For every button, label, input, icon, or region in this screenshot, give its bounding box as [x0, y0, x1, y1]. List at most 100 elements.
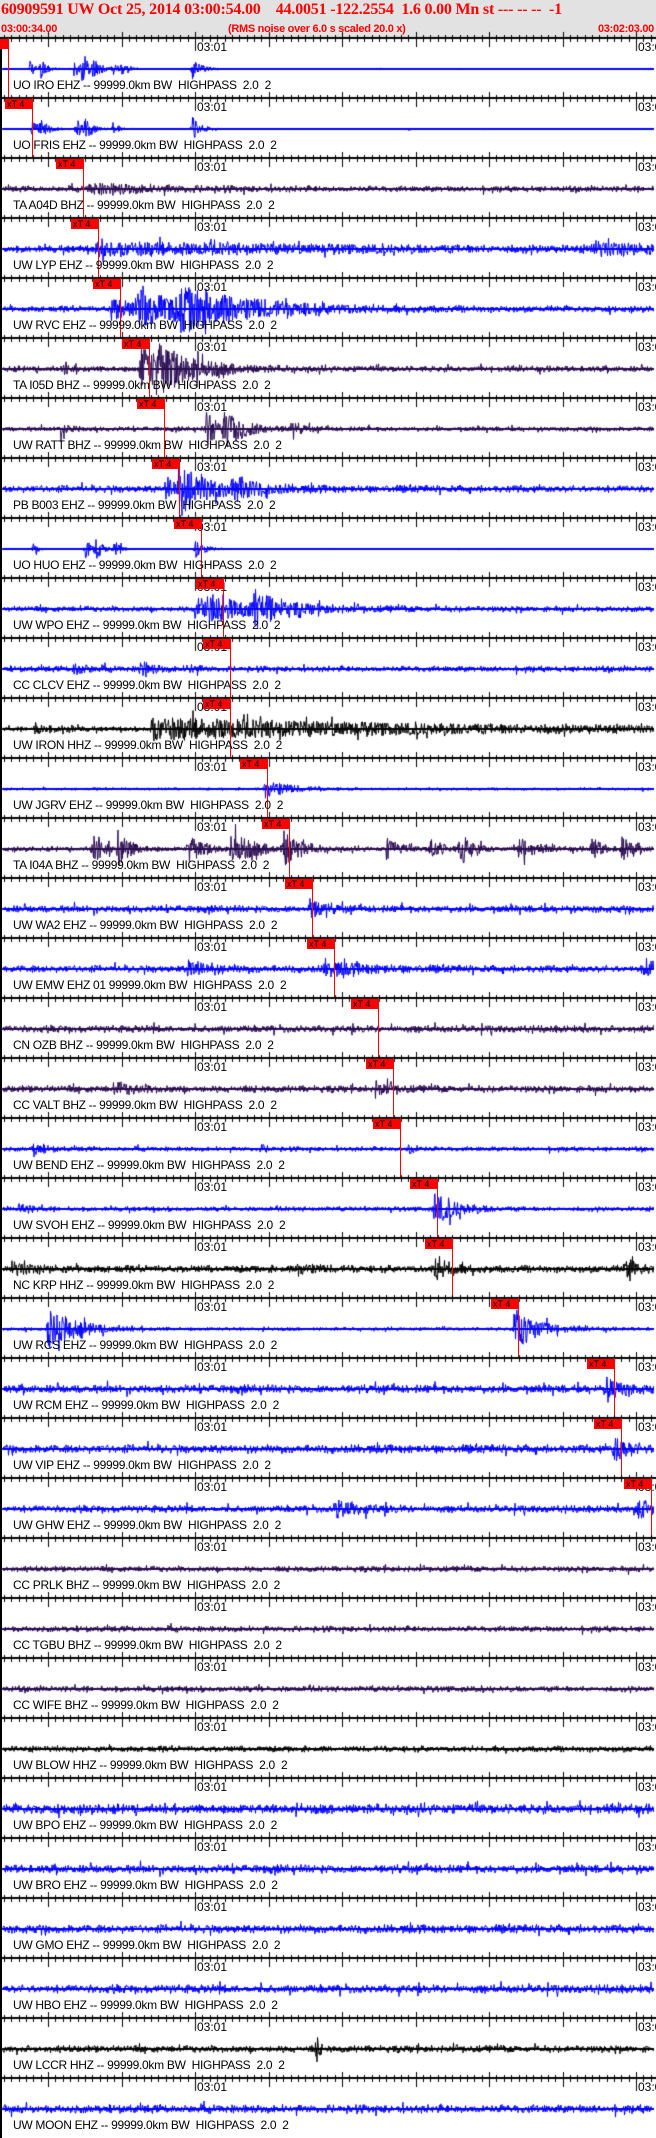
next-minute-tick-label: 03:02: [638, 640, 656, 654]
pick-flag[interactable]: xT 4: [93, 279, 120, 289]
trace-panel[interactable]: 03:01 03:02 UW BLOW HHZ -- 99999.0km BW HI…: [0, 1711, 656, 1778]
trace-panel[interactable]: 03:01 03:02 xT 4 UW LYP EHZ -- 99999.0km BW…: [0, 211, 656, 278]
pick-flag[interactable]: xT 4: [587, 1359, 614, 1369]
trace-panel[interactable]: 03:0103:02xT 4UW WPO EHZ -- 99999.0km BW…: [0, 571, 656, 638]
trace-panel[interactable]: 03:01 03:02 UW GMO EHZ -- 99999.0km BW HIG…: [0, 1891, 656, 1958]
next-minute-tick-label: 03:02: [638, 160, 656, 174]
minute-tick-label: 03:01: [197, 100, 228, 114]
pick-marker-line[interactable]: [334, 938, 335, 998]
trace-panel[interactable]: 03:01 03:02 xT 4 UO IRO EHZ -- 99999.0km BW…: [0, 31, 656, 98]
trace-panel[interactable]: 03:01 03:02 CC PRLK BHZ -- 99999.0km BW HI…: [0, 1531, 656, 1598]
pick-flag[interactable]: xT 4: [307, 939, 334, 949]
channel-label: UW JGRV EHZ -- 99999.0km BW HIGHPASS 2.0…: [13, 798, 284, 812]
pick-marker-line[interactable]: [518, 1298, 519, 1358]
trace-panel[interactable]: 03:01 03:02 CC WIFE BHZ -- 99999.0km BW HI…: [0, 1651, 656, 1718]
trace-panel[interactable]: 03:0103:02xT 4UO HUO EHZ -- 99999.0km BW…: [0, 511, 656, 578]
pick-marker-line[interactable]: [437, 1178, 438, 1238]
trace-panel[interactable]: 03:01 03:02 CC TGBU BHZ -- 99999.0km BW HI…: [0, 1591, 656, 1658]
channel-label: CC CLCV EHZ -- 99999.0km BW HIGHPASS 2.0…: [13, 678, 281, 692]
pick-flag[interactable]: xT 4: [373, 1119, 400, 1129]
trace-panel[interactable]: 03:01 03:02 UW BRO EHZ -- 99999.0km BW HIG…: [0, 1831, 656, 1898]
minute-tick-label: 03:01: [197, 820, 228, 834]
trace-panel[interactable]: 03:01 03:02 xT 4 UW VIP EHZ -- 99999.0km BW…: [0, 1411, 656, 1478]
pick-flag[interactable]: xT 4: [410, 1179, 437, 1189]
pick-flag[interactable]: xT 4: [5, 99, 32, 109]
pick-flag[interactable]: xT 4: [203, 699, 230, 709]
trace-panel[interactable]: 03:01 03:02 xT 4 TA I04A BHZ -- 99999.0km B…: [0, 811, 656, 878]
trace-panel[interactable]: 03:01 03:02 xT 4 CN OZB BHZ -- 99999.0km BW…: [0, 991, 656, 1058]
channel-label: UW EMW EHZ 01 99999.0km BW HIGHPASS 2.0 …: [13, 978, 287, 992]
minute-tick-label: 03:01: [197, 2080, 228, 2094]
trace-panel[interactable]: 03:01 03:02 xT 4 UW SVOH EHZ -- 99999.0km B…: [0, 1171, 656, 1238]
pick-marker-line[interactable]: [651, 1478, 652, 1538]
next-minute-tick-label: 03:02: [638, 460, 656, 474]
trace-panel[interactable]: 03:01 03:02 xT 4 PB B003 EHZ -- 99999.0km B…: [0, 451, 656, 518]
trace-panel[interactable]: 03:0103:02xT 4CC CLCV EHZ -- 99999.0km B…: [0, 631, 656, 698]
pick-flag[interactable]: xT 4: [122, 339, 149, 349]
trace-panel[interactable]: 03:01 03:02 UW LCCR HHZ -- 99999.0km BW HI…: [0, 2011, 656, 2078]
trace-panel[interactable]: 03:01 03:02 xT 4 UW EMW EHZ 01 99999.0km BW…: [0, 931, 656, 998]
pick-flag[interactable]: xT 4: [152, 459, 179, 469]
pick-flag[interactable]: xT 4: [425, 1239, 452, 1249]
next-minute-tick-label: 03:02: [638, 1180, 656, 1194]
next-minute-tick-label: 03:02: [638, 580, 656, 594]
pick-flag[interactable]: xT 4: [196, 579, 223, 589]
pick-marker-line[interactable]: [400, 1118, 401, 1178]
channel-label: UW SVOH EHZ -- 99999.0km BW HIGHPASS 2.0…: [13, 1218, 286, 1232]
minute-tick-label: 03:01: [197, 1060, 228, 1074]
trace-panel[interactable]: 03:01 03:02 xT 4 UO FRIS EHZ -- 99999.0km B…: [0, 91, 656, 158]
pick-flag[interactable]: xT 4: [594, 1419, 621, 1429]
pick-flag[interactable]: xT 4: [491, 1299, 518, 1309]
pick-marker-line[interactable]: [452, 1238, 453, 1298]
pick-marker-line[interactable]: [378, 998, 379, 1058]
pick-flag[interactable]: xT 4: [56, 159, 83, 169]
trace-panel[interactable]: 03:01 03:02 xT 4 TA A04D BHZ -- 99999.0km B…: [0, 151, 656, 218]
pick-flag[interactable]: xT 4: [203, 639, 230, 649]
pick-marker-line[interactable]: [614, 1358, 615, 1418]
trace-panel[interactable]: 03:01 03:02 xT 4 UW RCM EHZ -- 99999.0km BW…: [0, 1351, 656, 1418]
minute-tick-label: 03:01: [197, 1240, 228, 1254]
event-title: 60909591 UW Oct 25, 2014 03:00:54.00 44.…: [1, 1, 562, 18]
next-minute-tick-label: 03:02: [638, 220, 656, 234]
pick-marker-line[interactable]: [8, 38, 9, 98]
pick-flag[interactable]: xT 4: [262, 819, 289, 829]
trace-panel[interactable]: 03:01 03:02 xT 4 UW RATT BHZ -- 99999.0km B…: [0, 391, 656, 458]
trace-panel[interactable]: 03:01 03:02 UW MOON EHZ -- 99999.0km BW HI…: [0, 2071, 656, 2138]
minute-tick-label: 03:01: [197, 220, 228, 234]
channel-label: UW RCS EHZ -- 99999.0km BW HIGHPASS 2.0 …: [13, 1338, 277, 1352]
trace-panel[interactable]: 03:01 03:02 xT 4 UW WA2 EHZ -- 99999.0km BW…: [0, 871, 656, 938]
channel-label: UO HUO EHZ -- 99999.0km BW HIGHPASS 2.0 …: [13, 558, 277, 572]
trace-panel[interactable]: 03:01 03:02 xT 4 UW BEND EHZ -- 99999.0km B…: [0, 1111, 656, 1178]
trace-panel[interactable]: 03:01 03:02 xT 4 CC VALT BHZ -- 99999.0km B…: [0, 1051, 656, 1118]
minute-tick-label: 03:01: [197, 1120, 228, 1134]
trace-panel[interactable]: 03:01 03:02 UW BPO EHZ -- 99999.0km BW HIG…: [0, 1771, 656, 1838]
pick-flag[interactable]: xT 4: [0, 39, 8, 49]
pick-flag[interactable]: xT 4: [174, 519, 201, 529]
channel-label: UW IRON HHZ -- 99999.0km BW HIGHPASS 2.0…: [13, 738, 283, 752]
trace-panel[interactable]: 03:01 03:02 UW HBO EHZ -- 99999.0km BW HIG…: [0, 1951, 656, 2018]
pick-marker-line[interactable]: [621, 1418, 622, 1478]
channel-label: UW RATT BHZ -- 99999.0km BW HIGHPASS 2.0…: [13, 438, 282, 452]
trace-panel[interactable]: 03:01 03:02 xT 4 UW JGRV EHZ -- 99999.0km B…: [0, 751, 656, 818]
channel-label: UW GMO EHZ -- 99999.0km BW HIGHPASS 2.0 …: [13, 1938, 281, 1952]
pick-marker-line[interactable]: [289, 818, 290, 878]
pick-flag[interactable]: xT 4: [351, 999, 378, 1009]
next-minute-tick-label: 03:02: [638, 40, 656, 54]
pick-marker-line[interactable]: [312, 878, 313, 938]
pick-flag[interactable]: xT 4: [366, 1059, 393, 1069]
pick-flag[interactable]: xT 4: [285, 879, 312, 889]
pick-flag[interactable]: xT 4: [71, 219, 98, 229]
pick-flag[interactable]: xT 4: [137, 399, 164, 409]
trace-panel[interactable]: 03:01 03:02 xT 4 NC KRP HHZ -- 99999.0km BW…: [0, 1231, 656, 1298]
next-minute-tick-label: 03:02: [638, 820, 656, 834]
trace-panel[interactable]: 03:01 03:02 xT 4 TA I05D BHZ -- 99999.0km B…: [0, 331, 656, 398]
trace-panel[interactable]: 03:0103:02xT 4UW GHW EHZ -- 99999.0km BW…: [0, 1471, 656, 1538]
pick-flag[interactable]: xT 4: [240, 759, 267, 769]
next-minute-tick-label: 03:02: [638, 2080, 656, 2094]
pick-flag[interactable]: xT 4: [624, 1479, 651, 1489]
trace-panel[interactable]: 03:01 03:02 xT 4 UW RCS EHZ -- 99999.0km BW…: [0, 1291, 656, 1358]
trace-panel[interactable]: 03:01 03:02 xT 4 UW RVC EHZ -- 99999.0km BW…: [0, 271, 656, 338]
trace-panel[interactable]: 03:0103:02xT 4UW IRON HHZ -- 99999.0km B…: [0, 691, 656, 758]
pick-marker-line[interactable]: [393, 1058, 394, 1118]
next-minute-tick-label: 03:02: [638, 1540, 656, 1554]
